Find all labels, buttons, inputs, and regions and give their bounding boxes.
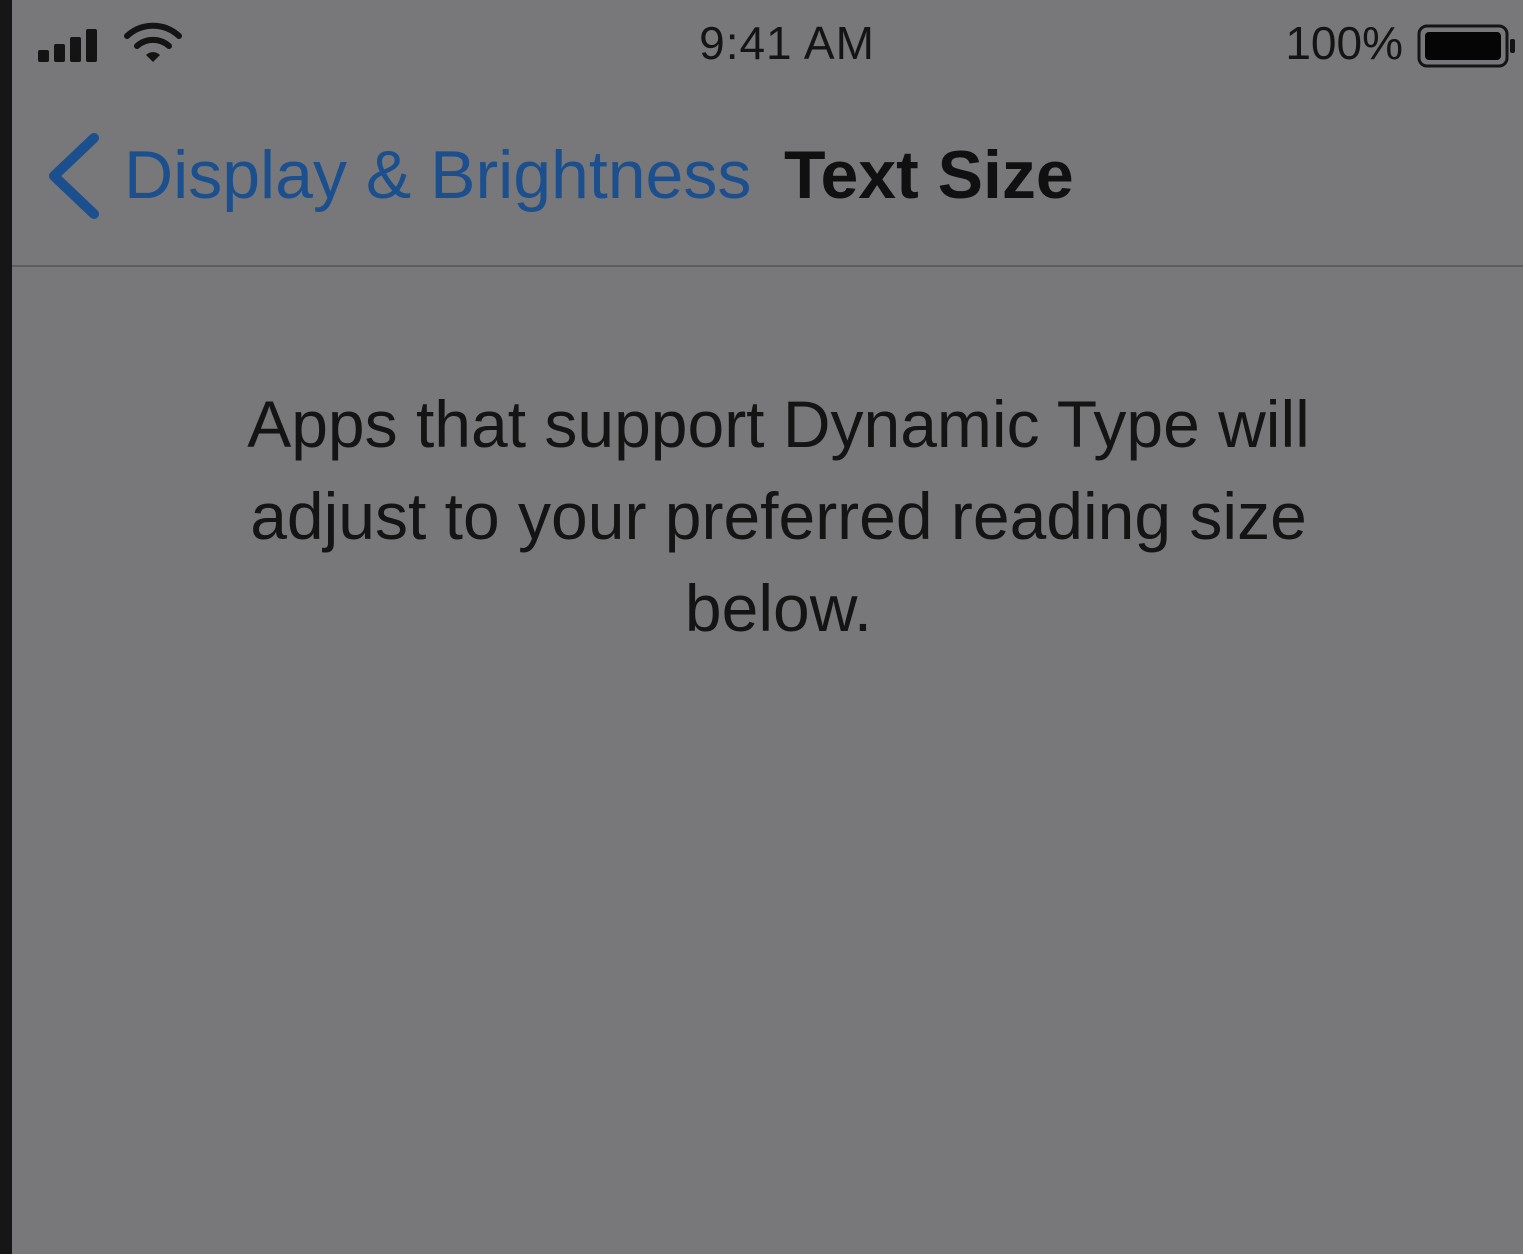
- cellular-signal-icon: [38, 29, 97, 62]
- wifi-icon: [124, 22, 182, 62]
- battery-percentage: 100%: [1285, 17, 1403, 69]
- back-button[interactable]: Display & Brightness: [124, 136, 751, 214]
- dynamic-type-description: Apps that support Dynamic Type will adju…: [247, 387, 1310, 645]
- navigation-bar: Display & Brightness Text Size: [12, 92, 1523, 267]
- status-time: 9:41 AM: [699, 17, 875, 69]
- battery-icon: [1417, 24, 1515, 68]
- page-title: Text Size: [784, 137, 1074, 213]
- status-bar: 9:41 AM 100%: [12, 0, 1523, 92]
- chevron-left-icon[interactable]: [44, 132, 104, 220]
- screen: 9:41 AM 100% Display & Brightness Text S…: [12, 0, 1523, 1254]
